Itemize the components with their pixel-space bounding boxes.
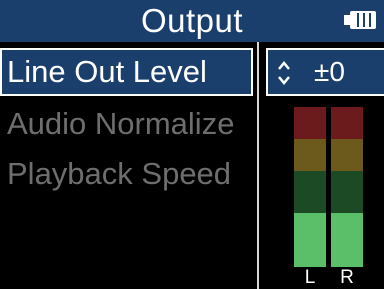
meter-level-fill bbox=[331, 213, 363, 267]
right-channel-label: R bbox=[340, 267, 354, 288]
line-out-level-value[interactable]: ±0 bbox=[266, 48, 384, 96]
meter-level-fill bbox=[294, 213, 326, 267]
panel-divider bbox=[257, 42, 259, 289]
meter-yellow-zone bbox=[294, 139, 326, 171]
screen-title: Output bbox=[140, 2, 244, 39]
menu-item-audio-normalize[interactable]: Audio Normalize bbox=[0, 100, 253, 148]
up-down-arrows-icon bbox=[278, 61, 290, 85]
left-channel-label: L bbox=[304, 267, 316, 288]
right-level-meter bbox=[331, 107, 363, 267]
battery-full-icon bbox=[344, 11, 376, 29]
menu-item-playback-speed[interactable]: Playback Speed bbox=[0, 150, 253, 198]
level-value-text: ±0 bbox=[314, 56, 345, 87]
menu-item-line-out-level[interactable]: Line Out Level bbox=[0, 48, 253, 96]
meter-yellow-zone bbox=[331, 139, 363, 171]
meter-red-zone bbox=[331, 107, 363, 139]
title-bar: Output bbox=[0, 0, 384, 42]
meter-red-zone bbox=[294, 107, 326, 139]
left-level-meter bbox=[294, 107, 326, 267]
